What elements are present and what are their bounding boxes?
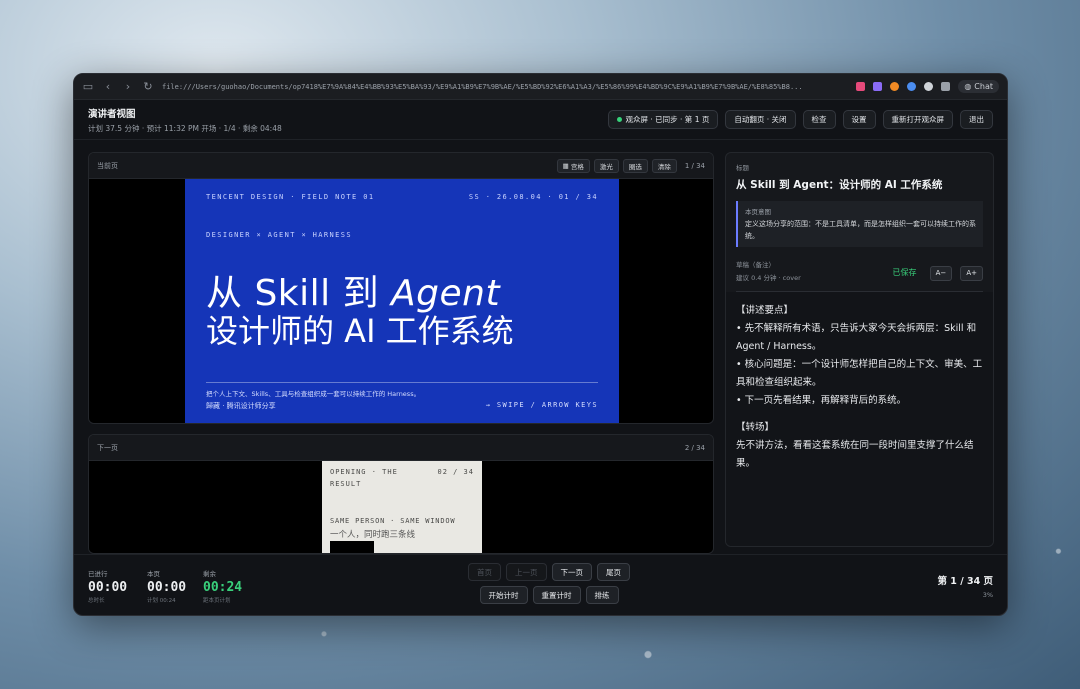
extension-icon[interactable] bbox=[873, 82, 883, 91]
notes-bullet: • 核心问题是：一个设计师怎样把自己的上下文、审美、工具和检查组织起来。 bbox=[736, 359, 983, 388]
sidebar-icon[interactable]: ▭ bbox=[82, 80, 94, 93]
slide-title: 从 Skill 到 Agent：设计师的 AI 工作系统 bbox=[736, 179, 943, 191]
slides-column: 当前页 ▦ 宫格 激光 圈选 清除 1 / 34 TENCENT DESIGN ·… bbox=[88, 152, 714, 554]
exit-button[interactable]: 退出 bbox=[960, 110, 993, 129]
check-button[interactable]: 检查 bbox=[802, 110, 836, 129]
font-decrease-button[interactable]: A− bbox=[929, 265, 953, 281]
schedule-info: 计划 37.5 分钟 · 预计 11:32 PM 开场 · 1/4 · 剩余 0… bbox=[88, 123, 282, 133]
current-slide: TENCENT DESIGN · FIELD NOTE 01 SS · 26.0… bbox=[185, 179, 619, 423]
slide-hint: → SWIPE / ARROW KEYS bbox=[485, 401, 598, 409]
notes-paragraph: 先不讲方法，看看这套系统在同一段时间里支撑了什么结果。 bbox=[736, 440, 974, 469]
next-slide-kicker: OPENING · THE bbox=[330, 468, 398, 476]
circle-tool-button[interactable]: 圈选 bbox=[622, 158, 648, 173]
status-dot-icon bbox=[616, 117, 622, 122]
page-indicator: 第 1 / 34 页 3% bbox=[937, 573, 993, 599]
back-icon[interactable]: ‹ bbox=[102, 80, 114, 93]
title-label: 标题 bbox=[736, 164, 749, 172]
slide-author: 歸藏 · 腾讯设计师分享 bbox=[206, 402, 276, 410]
purpose-label: 本页意图 bbox=[745, 208, 771, 216]
purpose-text: 定义这场分享的范围：不是工具清单，而是怎样组织一套可以持续工作的系统。 bbox=[745, 220, 976, 240]
slide-title-line2: 设计师的 AI 工作系统 bbox=[206, 312, 514, 350]
notes-bullet: • 先不解释所有术语，只告诉大家今天会拆两层：Skill 和 Agent / H… bbox=[736, 323, 977, 352]
extension-icon[interactable] bbox=[907, 82, 917, 91]
slide-meta: SS · 26.08.04 · 01 / 34 bbox=[468, 193, 598, 201]
slide-divider bbox=[206, 382, 598, 383]
next-slide-tagline: SAME PERSON · SAME WINDOW bbox=[330, 517, 456, 525]
current-slide-label: 当前页 bbox=[97, 161, 118, 170]
page-time: 00:00 bbox=[147, 580, 187, 595]
slide-description: 把个人上下文、Skills、工具与检查组织成一套可以持续工作的 Harness。 bbox=[206, 390, 421, 398]
draft-hint: 建议 0.4 分钟 · cover bbox=[736, 274, 801, 282]
next-slide-panel: 下一页 2 / 34 OPENING · THE 02 / 34 RESULT … bbox=[88, 434, 714, 554]
elapsed-time: 00:00 bbox=[88, 580, 128, 595]
slide-kicker: TENCENT DESIGN · FIELD NOTE 01 bbox=[206, 193, 375, 201]
slide-navigation: 首页 上一页 下一页 尾页 开始计时 重置计时 排练 bbox=[459, 563, 639, 609]
speaker-notes-editor[interactable]: 【讲述要点】 • 先不解释所有术语，只告诉大家今天会拆两层：Skill 和 Ag… bbox=[726, 292, 993, 546]
next-slide-image bbox=[330, 541, 374, 553]
page-title: 演讲者视图 bbox=[88, 108, 136, 120]
slide-tags: DESIGNER × AGENT × HARNESS bbox=[206, 231, 352, 239]
browser-window: ▭ ‹ › ↻ file:///Users/guohao/Documents/o… bbox=[73, 73, 1008, 616]
prev-page-button[interactable]: 上一页 bbox=[506, 563, 547, 581]
extension-icon[interactable] bbox=[941, 82, 951, 91]
grid-icon: ▦ bbox=[562, 161, 569, 170]
next-slide-headline: 一个人，同时跑三条线 bbox=[330, 530, 416, 540]
laser-tool-button[interactable]: 激光 bbox=[593, 158, 619, 173]
remaining-timer: 剩余 00:24 距本页计划 bbox=[203, 570, 243, 604]
slide-title-line1: 从 Skill 到 Agent bbox=[206, 273, 501, 314]
elapsed-timer: 已进行 00:00 总时长 bbox=[88, 570, 128, 604]
current-slide-count: 1 / 34 bbox=[684, 161, 705, 170]
next-page-button[interactable]: 下一页 bbox=[551, 563, 592, 581]
notes-bullet: • 下一页先看结果，再解释背后的系统。 bbox=[736, 395, 907, 406]
saved-status: 已保存 bbox=[892, 268, 917, 278]
last-page-button[interactable]: 尾页 bbox=[597, 563, 630, 581]
reload-icon[interactable]: ↻ bbox=[142, 80, 154, 93]
page-timer: 本页 00:00 计划 00:24 bbox=[147, 570, 187, 604]
sync-status-badge: 观众屏 · 已同步 · 第 1 页 bbox=[607, 110, 719, 129]
notes-heading: 【讲述要点】 bbox=[736, 305, 794, 316]
control-bar: 已进行 00:00 总时长 本页 00:00 计划 00:24 剩余 00:24… bbox=[74, 554, 1007, 615]
next-slide: OPENING · THE 02 / 34 RESULT SAME PERSON… bbox=[322, 461, 482, 553]
start-timer-button[interactable]: 开始计时 bbox=[479, 586, 528, 604]
progress-percent: 3% bbox=[982, 591, 993, 599]
next-slide-meta: 02 / 34 bbox=[437, 468, 474, 476]
font-increase-button[interactable]: A+ bbox=[960, 265, 983, 281]
first-page-button[interactable]: 首页 bbox=[468, 563, 501, 581]
browser-toolbar: ▭ ‹ › ↻ file:///Users/guohao/Documents/o… bbox=[74, 74, 1007, 100]
draft-label: 草稿（备注） bbox=[736, 261, 775, 269]
slide-purpose: 本页意图 定义这场分享的范围：不是工具清单，而是怎样组织一套可以持续工作的系统。 bbox=[736, 201, 983, 247]
settings-button[interactable]: 设置 bbox=[842, 110, 876, 129]
remaining-time: 00:24 bbox=[203, 580, 243, 595]
forward-icon[interactable]: › bbox=[122, 80, 134, 93]
rehearse-button[interactable]: 排练 bbox=[585, 586, 619, 604]
extension-icon[interactable] bbox=[924, 82, 934, 91]
page-number: 第 1 / 34 页 bbox=[937, 576, 993, 587]
auto-flip-button[interactable]: 自动翻页 · 关闭 bbox=[725, 110, 796, 129]
next-slide-count: 2 / 34 bbox=[684, 443, 705, 452]
address-bar[interactable]: file:///Users/guohao/Documents/op7418%E7… bbox=[162, 83, 848, 91]
grid-tool-button[interactable]: ▦ 宫格 bbox=[556, 158, 590, 173]
notes-panel: 标题 从 Skill 到 Agent：设计师的 AI 工作系统 本页意图 定义这… bbox=[725, 152, 994, 547]
current-slide-panel: 当前页 ▦ 宫格 激光 圈选 清除 1 / 34 TENCENT DESIGN ·… bbox=[88, 152, 714, 424]
extension-icon[interactable] bbox=[856, 82, 866, 91]
presenter-header: 演讲者视图 计划 37.5 分钟 · 预计 11:32 PM 开场 · 1/4 … bbox=[74, 100, 1007, 140]
next-slide-viewport[interactable]: OPENING · THE 02 / 34 RESULT SAME PERSON… bbox=[89, 461, 713, 553]
notes-heading: 【转场】 bbox=[736, 422, 775, 433]
clear-tool-button[interactable]: 清除 bbox=[651, 158, 677, 173]
reset-timer-button[interactable]: 重置计时 bbox=[532, 586, 581, 604]
chat-button[interactable]: ◍ Chat bbox=[958, 80, 999, 93]
next-slide-kicker-cont: RESULT bbox=[330, 480, 362, 488]
extension-icon[interactable] bbox=[890, 82, 900, 91]
chat-icon: ◍ bbox=[964, 82, 972, 91]
next-slide-label: 下一页 bbox=[97, 443, 118, 452]
reopen-audience-button[interactable]: 重新打开观众屏 bbox=[882, 110, 953, 129]
current-slide-viewport[interactable]: TENCENT DESIGN · FIELD NOTE 01 SS · 26.0… bbox=[89, 179, 713, 423]
